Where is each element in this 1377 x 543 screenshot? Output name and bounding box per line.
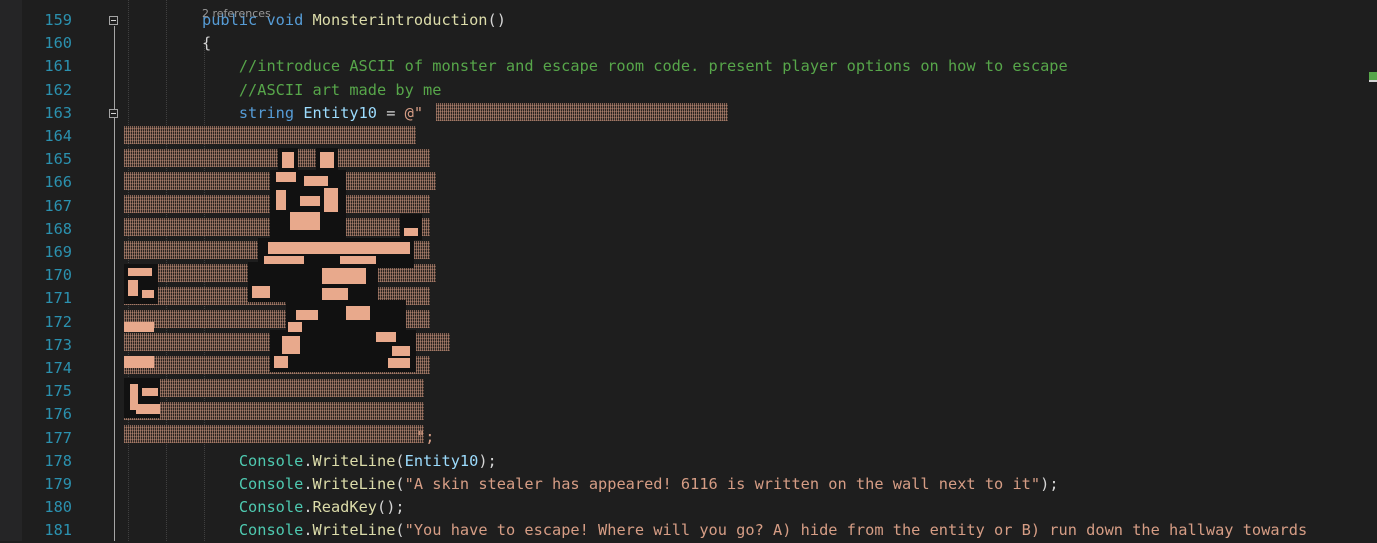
code-token: (: [395, 451, 405, 470]
code-token: ();: [377, 498, 405, 517]
line-number: 168: [44, 219, 72, 238]
line-number: 161: [44, 57, 72, 76]
line-number: 163: [44, 103, 72, 122]
line-number: 162: [44, 80, 72, 99]
line-number: 160: [44, 34, 72, 53]
line-number: 165: [44, 150, 72, 169]
code-token: Console: [202, 475, 304, 493]
codelens-references[interactable]: 2 references: [202, 2, 271, 25]
code-token: .: [303, 451, 313, 470]
line-number: 179: [44, 475, 72, 493]
line-number: 176: [44, 405, 72, 424]
code-token: //ASCII art made by me: [202, 80, 442, 99]
code-token: .: [303, 475, 313, 493]
code-token: //introduce ASCII of monster and escape …: [202, 57, 1068, 76]
code-token: Entity10: [404, 451, 479, 470]
code-token: "A skin stealer has appeared! 6116 is wr…: [404, 475, 1041, 493]
code-line[interactable]: 181 Console.WriteLine("You have to escap…: [0, 519, 1377, 542]
line-code: Console.WriteLine(Entity10);: [202, 450, 497, 473]
line-code: Console.WriteLine("You have to escape! W…: [202, 519, 1307, 542]
overview-ruler-caret: [1369, 80, 1377, 82]
code-line[interactable]: 161 //introduce ASCII of monster and esc…: [0, 55, 1377, 78]
code-token: (): [487, 11, 506, 29]
code-token: WriteLine: [312, 475, 396, 493]
code-token: @": [404, 103, 424, 122]
line-number: 174: [44, 359, 72, 377]
code-token: WriteLine: [312, 451, 396, 470]
line-number: 173: [44, 335, 72, 354]
line-number: 171: [44, 289, 72, 308]
line-code: Console.ReadKey();: [202, 496, 405, 519]
code-token: Entity10: [303, 103, 377, 122]
code-token: );: [1040, 475, 1059, 493]
code-token: (: [395, 475, 405, 493]
code-editor[interactable]: 159 public void Monsterintroduction() 2 re…: [0, 0, 1377, 541]
code-token: );: [478, 451, 497, 470]
line-number: 172: [44, 312, 72, 331]
line-number: 175: [44, 382, 72, 401]
code-line[interactable]: 178 Console.WriteLine(Entity10);: [0, 450, 1377, 473]
line-code: //ASCII art made by me: [202, 79, 442, 102]
line-code: //introduce ASCII of monster and escape …: [202, 55, 1068, 78]
code-token: Console: [202, 521, 304, 540]
line-number: 166: [44, 173, 72, 192]
code-token: Console: [202, 498, 304, 517]
code-token: string: [202, 103, 304, 122]
code-line[interactable]: 180 Console.ReadKey();: [0, 496, 1377, 519]
code-token: (: [395, 521, 405, 540]
code-token: .: [303, 521, 313, 540]
code-line[interactable]: 159 public void Monsterintroduction() 2 re…: [0, 7, 1377, 32]
code-token: =: [377, 103, 405, 122]
code-token: ReadKey: [312, 498, 377, 517]
line-number: 159: [44, 11, 72, 29]
code-token: {: [202, 34, 212, 53]
code-token: .: [303, 498, 313, 517]
overview-ruler-marker: [1369, 72, 1377, 80]
line-number: 178: [44, 451, 72, 470]
code-token: void: [266, 11, 313, 29]
line-number: 167: [44, 196, 72, 215]
code-token: Monsterintroduction: [312, 11, 488, 29]
line-number: 181: [44, 521, 72, 540]
string-terminator: ";: [416, 428, 435, 446]
code-line[interactable]: 162 //ASCII art made by me: [0, 79, 1377, 102]
code-token: WriteLine: [312, 521, 396, 540]
code-line[interactable]: 160 {: [0, 32, 1377, 55]
line-number: 164: [44, 127, 72, 145]
line-code: {: [202, 32, 211, 55]
code-token: Console: [202, 451, 304, 470]
line-number: 169: [44, 243, 72, 261]
line-code: Console.WriteLine("A skin stealer has ap…: [202, 473, 1059, 496]
line-number: 177: [44, 428, 72, 447]
line-number: 170: [44, 266, 72, 285]
line-code: string Entity10 = @": [202, 102, 423, 125]
line-number: 180: [44, 498, 72, 517]
code-token: "You have to escape! Where will you go? …: [404, 521, 1308, 540]
code-line[interactable]: 179 Console.WriteLine("A skin stealer ha…: [0, 473, 1377, 496]
